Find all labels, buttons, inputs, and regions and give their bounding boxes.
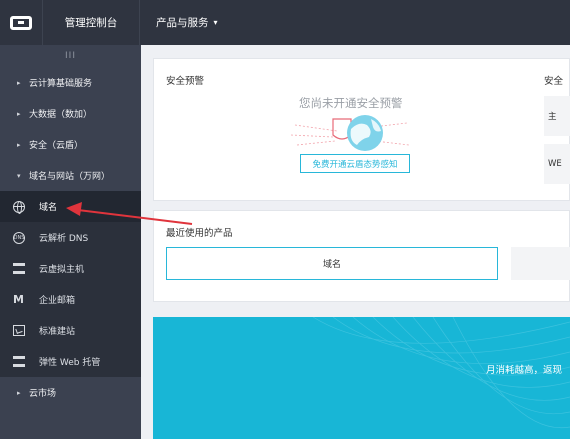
top-bar: 管理控制台 产品与服务 ▾ [0,0,570,45]
logo-icon [10,15,32,30]
dns-icon: DNS [13,231,25,244]
server-icon [13,356,25,367]
security-side-item-2[interactable]: WE [544,144,570,184]
recent-product-placeholder[interactable] [511,247,570,280]
sidebar: III ▸ 云计算基础服务 ▸ 大数据（数加） ▸ 安全（云盾） ▾ 域名与网站… [0,45,141,439]
site-icon [13,325,25,336]
sidebar-item-domain[interactable]: 域名 [0,191,141,222]
security-illustration [290,115,410,151]
sidebar-group-label: 域名与网站（万网） [29,172,111,182]
security-alert-title: 安全预警 [166,76,205,87]
products-services-menu[interactable]: 产品与服务 ▾ [140,0,234,45]
sidebar-item-label: 域名 [39,203,58,213]
globe-icon [13,200,25,214]
recent-product-domain[interactable]: 域名 [166,247,498,280]
products-menu-label: 产品与服务 [156,17,209,29]
caret-right-icon: ▸ [17,78,21,87]
caret-right-icon: ▸ [17,388,21,397]
sidebar-item-label: 云虚拟主机 [39,265,85,275]
sidebar-collapse-handle[interactable]: III [0,45,141,67]
open-security-button[interactable]: 免费开通云盾态势感知 [300,154,410,173]
security-side-item-1[interactable]: 主 [544,96,570,136]
sidebar-item-label: 弹性 Web 托管 [39,358,101,368]
sidebar-item-standard-site[interactable]: 标准建站 [0,315,141,346]
sidebar-item-label: 云解析 DNS [39,234,89,244]
security-title-secondary: 安全 [544,76,564,87]
sidebar-item-web-hosting[interactable]: 弹性 Web 托管 [0,346,141,377]
security-alert-card: 安全预警 安全 您尚未开通安全预警 免费开通云盾态势感知 主 WE [153,58,570,201]
sidebar-group-label: 云市场 [29,389,57,399]
sidebar-group-security[interactable]: ▸ 安全（云盾） [0,129,141,160]
sidebar-group-domains-websites[interactable]: ▾ 域名与网站（万网） [0,160,141,191]
recent-products-card: 最近使用的产品 域名 [153,210,570,302]
caret-right-icon: ▸ [17,140,21,149]
sidebar-group-label: 安全（云盾） [29,141,84,151]
sidebar-group-label: 云计算基础服务 [29,79,93,89]
sidebar-group-big-data[interactable]: ▸ 大数据（数加） [0,98,141,129]
sidebar-item-label: 标准建站 [39,327,76,337]
caret-down-icon: ▾ [17,171,21,180]
banner-pattern [312,317,570,429]
sidebar-item-label: 企业邮箱 [39,296,76,306]
sidebar-group-label: 大数据（数加） [29,110,93,120]
promo-banner[interactable]: 月消耗越高，返现 [153,317,570,439]
server-icon [13,263,25,274]
banner-text: 月消耗越高，返现 [486,365,563,376]
sidebar-group-marketplace[interactable]: ▸ 云市场 [0,377,141,408]
sidebar-item-dns[interactable]: DNS 云解析 DNS [0,222,141,253]
mail-icon: M [13,293,24,306]
security-empty-text: 您尚未开通安全预警 [299,96,403,110]
chevron-down-icon: ▾ [213,18,218,27]
aliyun-logo[interactable] [0,0,42,45]
caret-right-icon: ▸ [17,109,21,118]
sidebar-item-enterprise-mail[interactable]: M 企业邮箱 [0,284,141,315]
sidebar-item-virtual-host[interactable]: 云虚拟主机 [0,253,141,284]
console-title[interactable]: 管理控制台 [42,0,140,45]
recent-products-title: 最近使用的产品 [166,228,233,239]
sidebar-group-cloud-computing[interactable]: ▸ 云计算基础服务 [0,67,141,98]
